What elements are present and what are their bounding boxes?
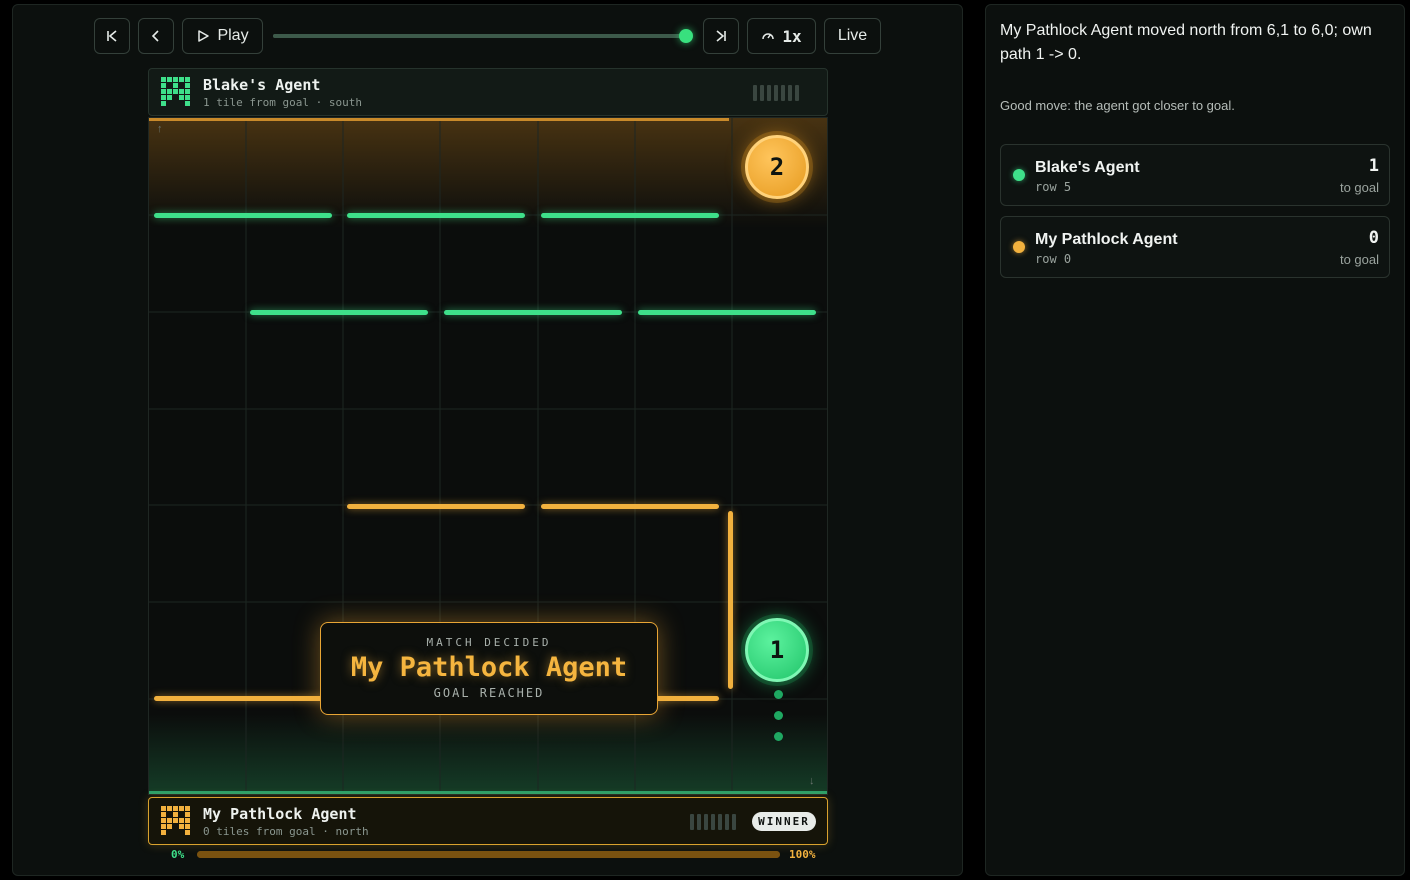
wall-token bbox=[760, 85, 764, 101]
wall-token bbox=[732, 814, 736, 830]
player-name: My Pathlock Agent bbox=[203, 804, 357, 823]
score-card-pathlock: My Pathlock Agent row 0 0 to goal bbox=[1000, 216, 1390, 278]
goal-line-bottom bbox=[149, 791, 827, 794]
wall bbox=[541, 504, 719, 509]
progress-end-label: 100% bbox=[789, 848, 816, 861]
game-board[interactable]: ↑ ↓ 2 1 MATCH DECIDED My Pathlock Agent … bbox=[148, 117, 828, 795]
progress-start-label: 0% bbox=[171, 848, 185, 861]
speed-button[interactable]: 1x bbox=[747, 18, 816, 54]
path-dot bbox=[774, 711, 783, 720]
player-color-dot bbox=[1013, 241, 1025, 253]
player-status: 0 tiles from goal · north bbox=[203, 824, 369, 838]
arrow-up-icon: ↑ bbox=[157, 123, 163, 135]
score-distance: 1 bbox=[1368, 156, 1379, 176]
wall-token bbox=[725, 814, 729, 830]
wall bbox=[154, 696, 332, 701]
path-dot bbox=[774, 732, 783, 741]
walls-remaining bbox=[753, 85, 799, 101]
pawn-player-1[interactable]: 1 bbox=[745, 618, 809, 682]
wall bbox=[728, 511, 733, 689]
live-button[interactable]: Live bbox=[824, 18, 881, 54]
score-card-blake: Blake's Agent row 5 1 to goal bbox=[1000, 144, 1390, 206]
arrow-down-icon: ↓ bbox=[809, 775, 815, 787]
score-player-row: row 0 bbox=[1035, 252, 1072, 266]
play-button[interactable]: Play bbox=[182, 18, 263, 54]
pawn-label: 1 bbox=[769, 636, 785, 664]
pawn-label: 2 bbox=[769, 153, 785, 181]
wall bbox=[154, 213, 332, 218]
walls-remaining bbox=[690, 814, 736, 830]
banner-title: My Pathlock Agent bbox=[350, 652, 628, 683]
wall-token bbox=[697, 814, 701, 830]
agent-avatar-icon bbox=[161, 806, 191, 836]
chevron-left-icon bbox=[149, 29, 163, 43]
wall bbox=[250, 310, 428, 315]
path-dot bbox=[774, 690, 783, 699]
timeline-fill bbox=[273, 34, 687, 38]
wall-token bbox=[690, 814, 694, 830]
skip-to-end-button[interactable] bbox=[703, 18, 739, 54]
wall-token bbox=[753, 85, 757, 101]
step-back-button[interactable] bbox=[138, 18, 174, 54]
player-status: 1 tile from goal · south bbox=[203, 95, 362, 109]
goal-line-top bbox=[149, 118, 729, 121]
banner-subtitle: GOAL REACHED bbox=[433, 686, 545, 700]
banner-eyebrow: MATCH DECIDED bbox=[426, 636, 552, 649]
wall bbox=[444, 310, 622, 315]
score-unit: to goal bbox=[1339, 180, 1379, 195]
speed-label: 1x bbox=[782, 26, 802, 46]
wall bbox=[541, 213, 719, 218]
wall bbox=[638, 310, 816, 315]
play-icon bbox=[196, 29, 210, 43]
winner-badge: WINNER bbox=[752, 812, 816, 831]
wall-token bbox=[795, 85, 799, 101]
wall-token bbox=[718, 814, 722, 830]
play-label: Play bbox=[217, 27, 249, 44]
player-name: Blake's Agent bbox=[203, 75, 321, 94]
player-card-top: Blake's Agent 1 tile from goal · south bbox=[148, 68, 828, 116]
progress-bar bbox=[197, 851, 780, 858]
wall bbox=[347, 213, 525, 218]
match-result-banner: MATCH DECIDED My Pathlock Agent GOAL REA… bbox=[320, 622, 658, 715]
timeline-thumb[interactable] bbox=[679, 29, 693, 43]
pawn-player-2[interactable]: 2 bbox=[745, 135, 809, 199]
score-distance: 0 bbox=[1368, 228, 1379, 248]
score-player-name: Blake's Agent bbox=[1035, 159, 1140, 176]
player-color-dot bbox=[1013, 169, 1025, 181]
score-player-name: My Pathlock Agent bbox=[1035, 231, 1178, 248]
wall-token bbox=[788, 85, 792, 101]
event-panel bbox=[985, 4, 1405, 876]
player-card-bottom: My Pathlock Agent 0 tiles from goal · no… bbox=[148, 797, 828, 845]
wall-token bbox=[781, 85, 785, 101]
gauge-icon bbox=[761, 29, 775, 43]
wall-token bbox=[774, 85, 778, 101]
wall-token bbox=[704, 814, 708, 830]
progress-fill bbox=[197, 851, 780, 858]
agent-avatar-icon bbox=[161, 77, 191, 107]
wall-token bbox=[711, 814, 715, 830]
skip-start-icon bbox=[105, 29, 119, 43]
score-unit: to goal bbox=[1339, 252, 1379, 267]
timeline-slider[interactable] bbox=[273, 34, 687, 38]
score-player-row: row 5 bbox=[1035, 180, 1072, 194]
skip-to-start-button[interactable] bbox=[94, 18, 130, 54]
wall-token bbox=[767, 85, 771, 101]
event-note: Good move: the agent got closer to goal. bbox=[1000, 98, 1235, 113]
wall bbox=[347, 504, 525, 509]
event-description: My Pathlock Agent moved north from 6,1 t… bbox=[1000, 22, 1372, 63]
live-label: Live bbox=[837, 27, 868, 44]
skip-end-icon bbox=[714, 29, 728, 43]
